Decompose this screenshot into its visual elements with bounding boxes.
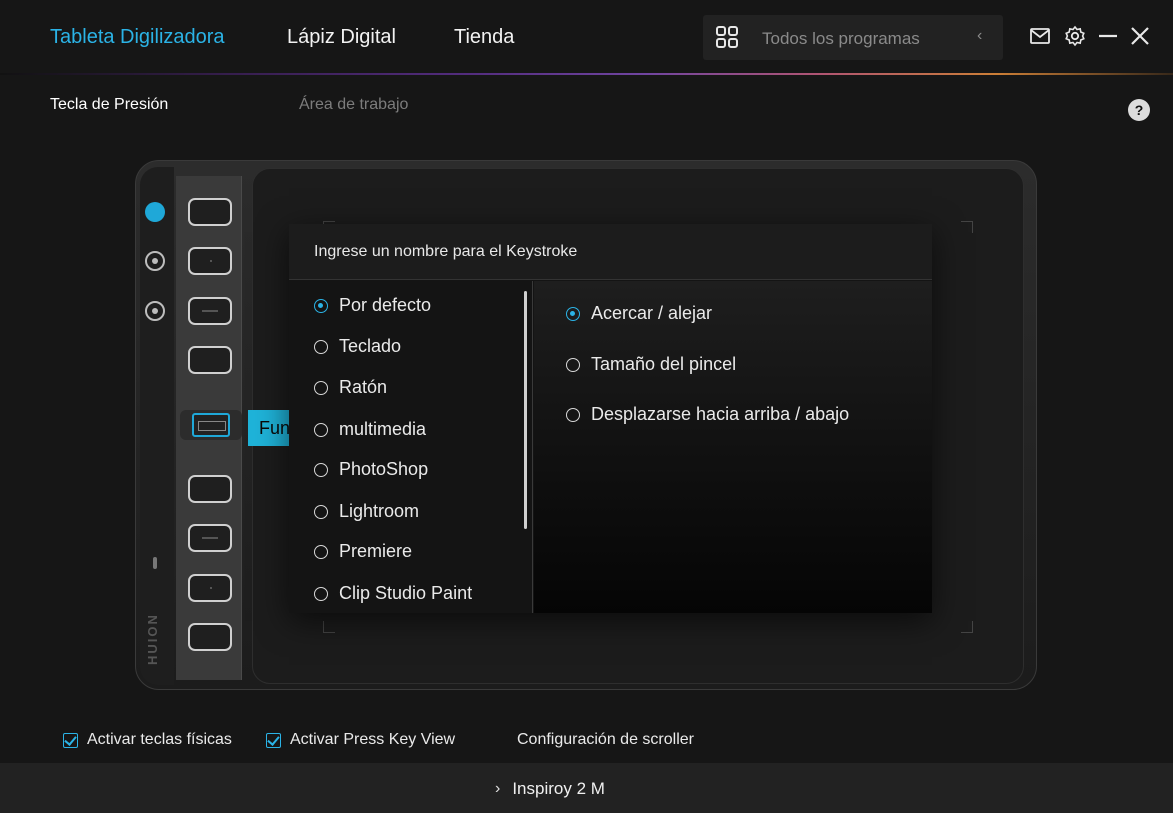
press-key-6[interactable] <box>188 524 232 552</box>
option-acercar-alejar[interactable]: Acercar / alejar <box>566 303 712 324</box>
activate-keys-checkbox[interactable]: Activar teclas físicas <box>63 731 232 749</box>
tab-tienda[interactable]: Tienda <box>454 26 514 49</box>
category-label: Clip Studio Paint <box>339 583 473 603</box>
tab-lapiz-digital[interactable]: Lápiz Digital <box>287 26 396 49</box>
close-icon[interactable] <box>1128 24 1152 48</box>
press-key-2[interactable] <box>188 247 232 275</box>
device-selector[interactable]: › Inspiroy 2 M <box>495 779 605 799</box>
press-key-4[interactable] <box>188 346 232 374</box>
category-label: Lightroom <box>339 501 420 521</box>
option-label: Desplazarse hacia arriba / abajo <box>591 404 850 424</box>
press-key-3[interactable] <box>188 297 232 325</box>
radio-icon <box>314 422 328 437</box>
category-label: Por defecto <box>339 295 432 315</box>
category-raton[interactable]: Ratón <box>314 377 387 398</box>
area-corner <box>961 621 973 633</box>
activate-keys-label: Activar teclas físicas <box>87 731 232 748</box>
category-label: Teclado <box>339 336 402 356</box>
scroll-dial-key[interactable] <box>180 410 242 440</box>
group-dot-2[interactable] <box>145 251 165 271</box>
chevron-left-icon[interactable]: ‹ <box>977 27 982 45</box>
category-label: Premiere <box>339 541 413 561</box>
brand-logo: HUION <box>145 613 160 665</box>
category-photoshop[interactable]: PhotoShop <box>314 459 428 480</box>
group-dot-1[interactable] <box>145 202 165 222</box>
category-label: multimedia <box>339 419 427 439</box>
activate-view-checkbox[interactable]: Activar Press Key View <box>266 731 455 749</box>
keystroke-dialog: Ingrese un nombre para el Keystroke Por … <box>289 224 932 613</box>
header-divider <box>0 73 1173 75</box>
category-list: Por defecto Teclado Ratón multimedia Pho… <box>289 281 533 613</box>
radio-checked-icon <box>566 306 580 321</box>
checkbox-checked-icon <box>63 732 78 748</box>
category-multimedia[interactable]: multimedia <box>314 419 426 440</box>
checkbox-checked-icon <box>266 732 281 748</box>
programs-selector[interactable]: Todos los programas ‹ <box>703 15 1003 60</box>
group-dot-3[interactable] <box>145 301 165 321</box>
area-corner <box>961 221 973 233</box>
brand-indicator <box>153 557 157 569</box>
subtab-tecla-presion[interactable]: Tecla de Presión <box>50 96 168 114</box>
programs-label: Todos los programas <box>762 29 920 48</box>
subtab-area-trabajo[interactable]: Área de trabajo <box>299 96 408 114</box>
top-bar: Tableta Digilizadora Lápiz Digital Tiend… <box>0 0 1173 74</box>
dialog-header: Ingrese un nombre para el Keystroke <box>289 224 932 280</box>
press-key-1[interactable] <box>188 198 232 226</box>
press-key-5[interactable] <box>188 475 232 503</box>
radio-icon <box>314 586 328 601</box>
press-key-7[interactable] <box>188 574 232 602</box>
area-corner <box>323 621 335 633</box>
press-key-8[interactable] <box>188 623 232 651</box>
option-label: Acercar / alejar <box>591 303 713 323</box>
category-clip-studio-paint[interactable]: Clip Studio Paint <box>314 583 472 604</box>
category-por-defecto[interactable]: Por defecto <box>314 295 431 316</box>
radio-icon <box>314 380 328 395</box>
radio-icon <box>314 504 328 519</box>
category-label: Ratón <box>339 377 388 397</box>
activate-view-label: Activar Press Key View <box>290 731 456 748</box>
chevron-right-icon: › <box>495 780 501 797</box>
function-label[interactable]: Función <box>248 410 290 446</box>
category-label: PhotoShop <box>339 459 429 479</box>
option-list: Acercar / alejar Tamaño del pincel Despl… <box>534 281 932 613</box>
radio-icon <box>314 544 328 559</box>
radio-icon <box>566 357 580 372</box>
option-label: Tamaño del pincel <box>591 354 737 374</box>
grid-icon <box>716 26 738 48</box>
category-teclado[interactable]: Teclado <box>314 336 401 357</box>
minimize-icon[interactable] <box>1096 24 1120 48</box>
category-lightroom[interactable]: Lightroom <box>314 501 419 522</box>
option-tamano-pincel[interactable]: Tamaño del pincel <box>566 354 736 375</box>
option-desplazarse[interactable]: Desplazarse hacia arriba / abajo <box>566 404 849 425</box>
radio-icon <box>314 462 328 477</box>
tab-tableta-digitalizadora[interactable]: Tableta Digilizadora <box>50 26 225 49</box>
category-scrollbar[interactable] <box>524 291 527 529</box>
help-icon[interactable]: ? <box>1128 99 1150 121</box>
radio-checked-icon <box>314 298 328 313</box>
scroller-config-link[interactable]: Configuración de scroller <box>517 731 694 749</box>
device-name: Inspiroy 2 M <box>512 779 605 798</box>
dialog-title: Ingrese un nombre para el Keystroke <box>314 243 578 260</box>
radio-icon <box>314 339 328 354</box>
mail-icon[interactable] <box>1028 24 1052 48</box>
category-premiere[interactable]: Premiere <box>314 541 412 562</box>
gear-icon[interactable] <box>1063 24 1087 48</box>
radio-icon <box>566 407 580 422</box>
